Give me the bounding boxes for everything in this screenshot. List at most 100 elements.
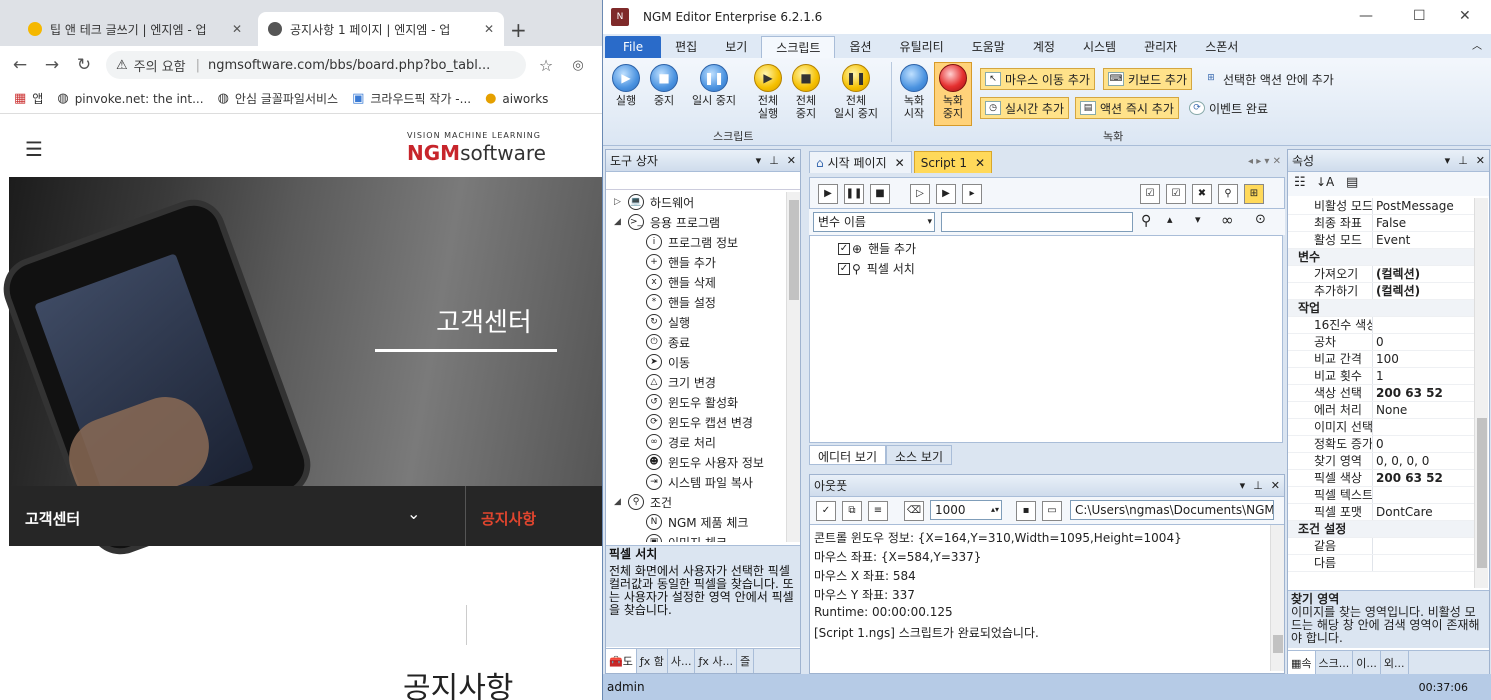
tab-options[interactable]: 옵션 bbox=[835, 36, 885, 58]
property-value[interactable]: 1 bbox=[1372, 368, 1474, 384]
folder-icon[interactable]: ▭ bbox=[1042, 501, 1062, 521]
browser-tab-1[interactable]: 팁 앤 테크 글쓰기 | 엔지엠 - 업 ✕ bbox=[18, 12, 252, 46]
new-tab-button[interactable]: + bbox=[510, 18, 527, 42]
property-category[interactable]: 조건 설정 bbox=[1288, 521, 1474, 538]
toolbox-item[interactable]: * 핸들 설정 bbox=[646, 292, 716, 312]
search-icon[interactable]: ⚲ bbox=[1141, 213, 1151, 229]
dropdown-icon[interactable]: ▾ bbox=[1240, 479, 1246, 492]
sort-az-icon[interactable]: ↓A bbox=[1316, 175, 1334, 189]
tab-user-functions[interactable]: ƒx 사... bbox=[695, 649, 737, 673]
property-row[interactable]: 이미지 선택 bbox=[1288, 419, 1474, 436]
toolbox-item[interactable]: ◢ ⚲ 조건 bbox=[614, 492, 672, 512]
zoom-icon[interactable]: ⚲ bbox=[1218, 184, 1238, 204]
expand-icon[interactable]: ◢ bbox=[614, 217, 624, 227]
pause-button[interactable]: ❚❚ 일시 중지 bbox=[685, 64, 743, 107]
toolbox-item[interactable]: ⏻ 종료 bbox=[646, 332, 690, 352]
dropdown-icon[interactable]: ▾ bbox=[1445, 154, 1451, 167]
log-path-field[interactable]: C:\Users\ngmas\Documents\NGM6\ bbox=[1070, 500, 1274, 520]
run-all-button[interactable]: ▶ 전체 실행 bbox=[751, 64, 785, 120]
subnav-category[interactable]: 고객센터 bbox=[25, 508, 80, 529]
delete-icon[interactable]: ✖ bbox=[1192, 184, 1212, 204]
toolbox-item[interactable]: ↻ 실행 bbox=[646, 312, 690, 332]
toolbox-item[interactable]: N NGM 제품 체크 bbox=[646, 512, 748, 532]
scroll-thumb[interactable] bbox=[789, 200, 799, 300]
toolbox-item[interactable]: ▣ 이미지 체크 bbox=[646, 532, 727, 542]
close-icon[interactable]: ✕ bbox=[895, 156, 905, 170]
property-row[interactable]: 비교 횟수 1 bbox=[1288, 368, 1474, 385]
property-value[interactable]: DontCare bbox=[1372, 504, 1474, 520]
tab-images[interactable]: 이... bbox=[1353, 651, 1381, 675]
tab-admin[interactable]: 관리자 bbox=[1130, 36, 1191, 58]
tab-favorites[interactable]: 즐 bbox=[737, 649, 755, 673]
close-icon[interactable]: ✕ bbox=[975, 156, 985, 170]
tab-system[interactable]: 시스템 bbox=[1069, 36, 1130, 58]
minimize-button[interactable]: — bbox=[1359, 8, 1373, 24]
property-row[interactable]: 픽셀 포맷 DontCare bbox=[1288, 504, 1474, 521]
property-value[interactable] bbox=[1372, 419, 1474, 435]
property-value[interactable]: 0 bbox=[1372, 334, 1474, 350]
output-scrollbar[interactable] bbox=[1270, 525, 1284, 671]
add-mouse-move-button[interactable]: ↖ 마우스 이동 추가 bbox=[980, 68, 1095, 90]
copy-icon[interactable]: ⧉ bbox=[842, 501, 862, 521]
tab-script[interactable]: 스크립트 bbox=[761, 36, 836, 58]
property-value[interactable]: False bbox=[1372, 215, 1474, 231]
add-inside-selected-button[interactable]: ⊞ 선택한 액션 안에 추가 bbox=[1199, 68, 1338, 90]
bookmark-item[interactable]: ◍ 안심 글꼴파일서비스 bbox=[218, 90, 339, 107]
tab-script-list[interactable]: 스크... bbox=[1316, 651, 1354, 675]
property-row[interactable]: 정확도 증가 0 bbox=[1288, 436, 1474, 453]
tab-sponsor[interactable]: 스폰서 bbox=[1191, 36, 1252, 58]
menu-icon[interactable]: ☰ bbox=[25, 137, 43, 161]
tab-view[interactable]: 보기 bbox=[711, 36, 761, 58]
subnav-current[interactable]: 공지사항 bbox=[481, 508, 536, 529]
property-value[interactable]: 0 bbox=[1372, 436, 1474, 452]
variable-combo[interactable]: 변수 이름 ▾ bbox=[813, 212, 935, 232]
property-row[interactable]: 16진수 색상 bbox=[1288, 317, 1474, 334]
checkbox[interactable]: ✓ bbox=[838, 242, 850, 255]
property-category[interactable]: 변수 bbox=[1288, 249, 1474, 266]
close-icon[interactable]: ✕ bbox=[1271, 479, 1280, 492]
property-row[interactable]: 추가하기 (컬렉션) bbox=[1288, 283, 1474, 300]
stop-button[interactable]: ■ 중지 bbox=[647, 64, 681, 107]
property-pages-icon[interactable]: ▤ bbox=[1346, 175, 1358, 190]
property-row[interactable]: 최종 좌표 False bbox=[1288, 215, 1474, 232]
property-value[interactable] bbox=[1372, 317, 1474, 333]
bookmark-item[interactable]: ▦ 앱 bbox=[14, 90, 43, 107]
tab-help[interactable]: 도움말 bbox=[958, 36, 1019, 58]
property-row[interactable]: 픽셀 텍스트 bbox=[1288, 487, 1474, 504]
property-row[interactable]: 비활성 모드 PostMessage bbox=[1288, 198, 1474, 215]
script-item[interactable]: ✓ ⊕ 핸들 추가 bbox=[838, 240, 916, 257]
property-row[interactable]: 에러 처리 None bbox=[1288, 402, 1474, 419]
bookmark-item[interactable]: ● aiworks bbox=[485, 91, 548, 106]
property-value[interactable]: Event bbox=[1372, 232, 1474, 248]
property-row[interactable]: 가져오기 (컬렉션) bbox=[1288, 266, 1474, 283]
event-complete-button[interactable]: ⟳ 이벤트 완료 bbox=[1185, 97, 1272, 119]
scroll-thumb[interactable] bbox=[1477, 418, 1487, 568]
property-value[interactable]: 200 63 52 bbox=[1372, 385, 1474, 401]
play-icon[interactable]: ▶ bbox=[818, 184, 838, 204]
forward-button[interactable]: → bbox=[40, 55, 64, 75]
properties-scrollbar[interactable] bbox=[1474, 198, 1488, 588]
property-row[interactable]: 활성 모드 Event bbox=[1288, 232, 1474, 249]
line-count-stepper[interactable]: 1000 ▴▾ bbox=[930, 500, 1002, 520]
tab-scroll-icon[interactable]: ◂ ▸ ▾ ✕ bbox=[1248, 151, 1281, 173]
check-icon[interactable]: ☑ bbox=[1166, 184, 1186, 204]
search-input[interactable] bbox=[941, 212, 1133, 232]
more-icon[interactable]: ⊙ bbox=[1255, 212, 1266, 227]
stop-all-button[interactable]: ■ 전체 중지 bbox=[789, 64, 823, 120]
property-value[interactable]: 100 bbox=[1372, 351, 1474, 367]
toolbox-item[interactable]: ▷ 💻 하드웨어 bbox=[614, 192, 694, 212]
scroll-thumb[interactable] bbox=[1273, 635, 1283, 653]
bookmark-item[interactable]: ▣ 크라우드픽 작가 -... bbox=[352, 90, 471, 107]
property-value[interactable]: PostMessage bbox=[1372, 198, 1474, 214]
tab-account[interactable]: 계정 bbox=[1019, 36, 1069, 58]
add-realtime-button[interactable]: ◷ 실시간 추가 bbox=[980, 97, 1070, 119]
record-start-button[interactable]: 녹화 시작 bbox=[897, 64, 931, 120]
pin-icon[interactable]: ⊥ bbox=[769, 154, 779, 167]
add-action-now-button[interactable]: ▤ 액션 즉시 추가 bbox=[1075, 97, 1179, 119]
tab-close-icon[interactable]: ✕ bbox=[226, 22, 242, 36]
toolbox-item[interactable]: + 핸들 추가 bbox=[646, 252, 716, 272]
toolbox-item[interactable]: x 핸들 삭제 bbox=[646, 272, 716, 292]
script-item[interactable]: ✓ ⚲ 픽셀 서치 bbox=[838, 260, 915, 277]
tab-external[interactable]: 외... bbox=[1381, 651, 1409, 675]
pin-icon[interactable]: ⊥ bbox=[1253, 479, 1263, 492]
